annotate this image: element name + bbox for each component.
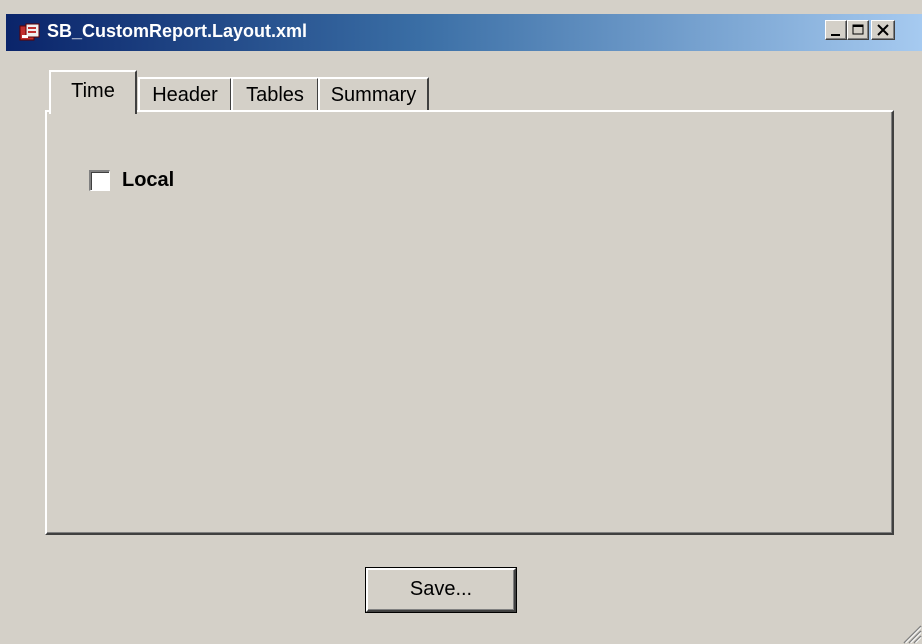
tab-summary[interactable]: Summary — [318, 77, 429, 112]
app-icon — [19, 23, 41, 43]
resize-grip-icon[interactable] — [898, 620, 922, 644]
tab-panel-time: Local — [45, 110, 894, 535]
tab-tables[interactable]: Tables — [231, 77, 319, 112]
title-bar[interactable]: SB_CustomReport.Layout.xml — [6, 14, 922, 51]
window-title: SB_CustomReport.Layout.xml — [47, 21, 308, 41]
close-button[interactable] — [871, 20, 895, 40]
minimize-icon — [831, 34, 840, 36]
maximize-button[interactable] — [847, 20, 869, 40]
tab-time[interactable]: Time — [49, 70, 137, 114]
close-icon — [877, 24, 889, 36]
local-checkbox[interactable] — [89, 169, 110, 191]
save-button[interactable]: Save... — [366, 568, 516, 612]
local-checkbox-label: Local — [122, 168, 175, 191]
local-checkbox-row[interactable]: Local — [89, 167, 174, 193]
dialog-window: SB_CustomReport.Layout.xml Time Header T… — [0, 0, 922, 644]
maximize-icon — [852, 24, 864, 35]
minimize-button[interactable] — [825, 20, 847, 40]
tab-header[interactable]: Header — [138, 77, 232, 112]
